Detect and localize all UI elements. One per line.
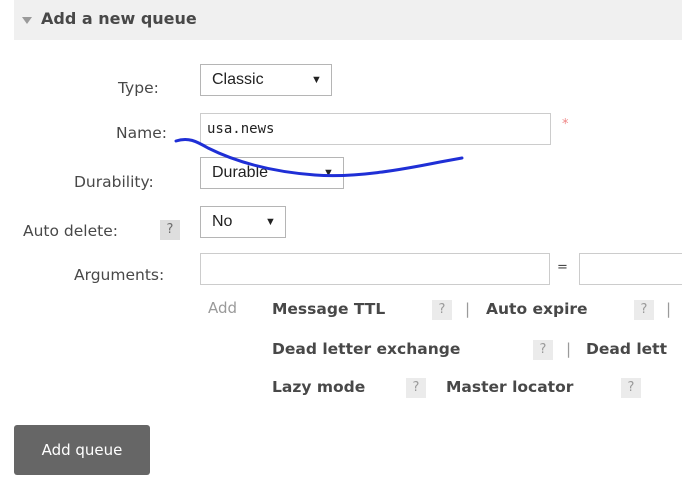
auto-delete-label: Auto delete: bbox=[23, 222, 118, 240]
lazy-mode-help-icon[interactable]: ? bbox=[406, 378, 426, 398]
master-locator-help-icon[interactable]: ? bbox=[621, 378, 641, 398]
dead-letter-exchange-link[interactable]: Dead letter exchange bbox=[272, 340, 460, 358]
name-input[interactable]: usa.news bbox=[200, 113, 551, 145]
argument-key-input[interactable] bbox=[200, 253, 550, 285]
message-ttl-help-icon[interactable]: ? bbox=[432, 300, 452, 320]
separator: | bbox=[465, 300, 471, 318]
hand-drawn-underline-annotation bbox=[174, 137, 464, 178]
type-select-value: Classic bbox=[212, 71, 264, 88]
auto-delete-select-value: No bbox=[212, 213, 233, 230]
master-locator-link[interactable]: Master locator bbox=[446, 378, 573, 396]
chevron-down-icon: ▼ bbox=[323, 167, 334, 179]
add-argument-label: Add bbox=[208, 299, 238, 317]
collapse-triangle-icon[interactable] bbox=[22, 17, 32, 24]
required-asterisk: * bbox=[562, 117, 569, 132]
durability-select-value: Durable bbox=[212, 164, 269, 181]
name-label: Name: bbox=[116, 124, 167, 142]
auto-expire-help-icon[interactable]: ? bbox=[634, 300, 654, 320]
type-label: Type: bbox=[118, 79, 159, 97]
add-queue-button[interactable]: Add queue bbox=[14, 425, 150, 475]
separator: | bbox=[566, 340, 572, 358]
separator: | bbox=[666, 300, 672, 318]
equals-sign: = bbox=[557, 260, 568, 275]
name-input-value: usa.news bbox=[207, 121, 275, 137]
type-select[interactable]: Classic ▼ bbox=[200, 64, 332, 96]
argument-value-input[interactable] bbox=[579, 253, 682, 285]
arguments-label: Arguments: bbox=[74, 266, 165, 284]
durability-select[interactable]: Durable ▼ bbox=[200, 157, 344, 189]
message-ttl-link[interactable]: Message TTL bbox=[272, 300, 385, 318]
chevron-down-icon: ▼ bbox=[265, 216, 276, 228]
section-title: Add a new queue bbox=[41, 9, 197, 28]
auto-delete-select[interactable]: No ▼ bbox=[200, 206, 286, 238]
dead-letter-routing-key-link[interactable]: Dead lett bbox=[586, 340, 667, 358]
durability-label: Durability: bbox=[74, 173, 154, 191]
auto-expire-link[interactable]: Auto expire bbox=[486, 300, 588, 318]
lazy-mode-link[interactable]: Lazy mode bbox=[272, 378, 365, 396]
dead-letter-exchange-help-icon[interactable]: ? bbox=[533, 340, 553, 360]
chevron-down-icon: ▼ bbox=[311, 74, 322, 86]
auto-delete-help-icon[interactable]: ? bbox=[160, 220, 180, 240]
